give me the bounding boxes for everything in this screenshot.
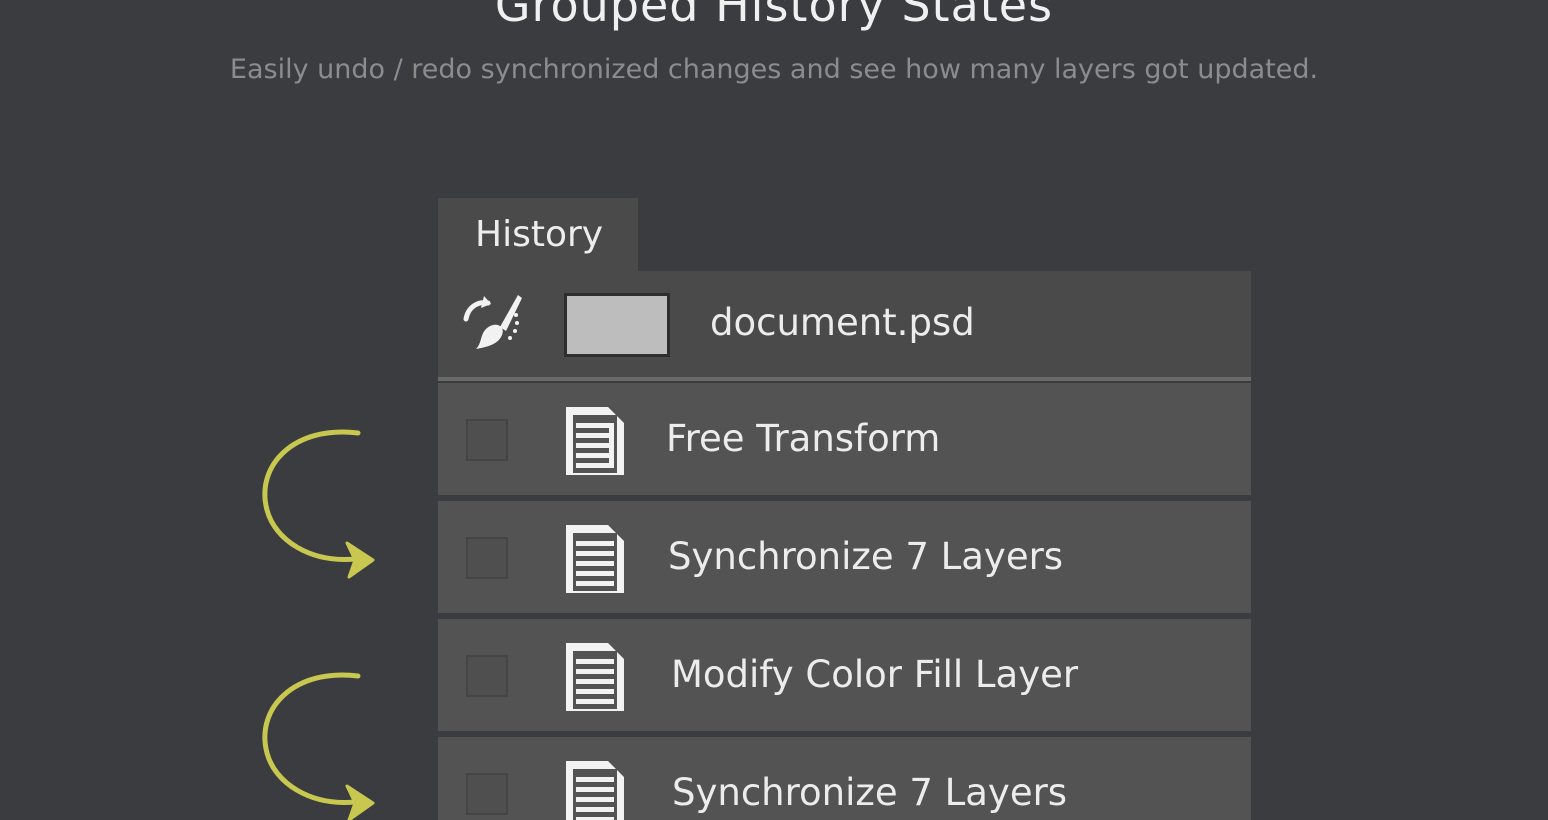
history-state-label: Synchronize 7 Layers — [668, 535, 1064, 578]
hero-title: Grouped History States — [494, 0, 1054, 32]
hero-subtitle: Easily undo / redo synchronized changes … — [229, 54, 1319, 85]
stage: Grouped History States Easily undo / red… — [0, 0, 1548, 820]
snapshot-name: document.psd — [710, 301, 975, 344]
history-brush-source-checkbox[interactable] — [466, 537, 508, 579]
history-state-row[interactable]: Synchronize 7 Layers — [438, 737, 1251, 820]
history-state-label: Modify Color Fill Layer — [671, 653, 1079, 696]
history-brush-icon[interactable] — [460, 289, 524, 353]
history-brush-source-checkbox[interactable] — [466, 773, 508, 815]
history-state-row[interactable]: Free Transform — [438, 383, 1251, 495]
history-state-row[interactable]: Synchronize 7 Layers — [438, 501, 1251, 613]
history-state-label: Free Transform — [666, 417, 941, 460]
document-icon — [566, 761, 624, 820]
history-state-row[interactable]: Modify Color Fill Layer — [438, 619, 1251, 731]
history-snapshot-row[interactable]: document.psd — [438, 271, 1251, 381]
history-panel: document.psd Free Transform Synchronize … — [438, 271, 1251, 820]
document-icon — [566, 525, 624, 593]
document-icon — [566, 407, 624, 475]
document-thumbnail — [564, 293, 670, 357]
history-brush-source-checkbox[interactable] — [466, 419, 508, 461]
curved-arrow-icon — [262, 429, 375, 579]
curved-arrow-icon — [262, 672, 375, 820]
history-state-label: Synchronize 7 Layers — [672, 771, 1068, 814]
history-brush-source-checkbox[interactable] — [466, 655, 508, 697]
tab-history[interactable]: History — [438, 198, 638, 272]
document-icon — [566, 643, 624, 711]
